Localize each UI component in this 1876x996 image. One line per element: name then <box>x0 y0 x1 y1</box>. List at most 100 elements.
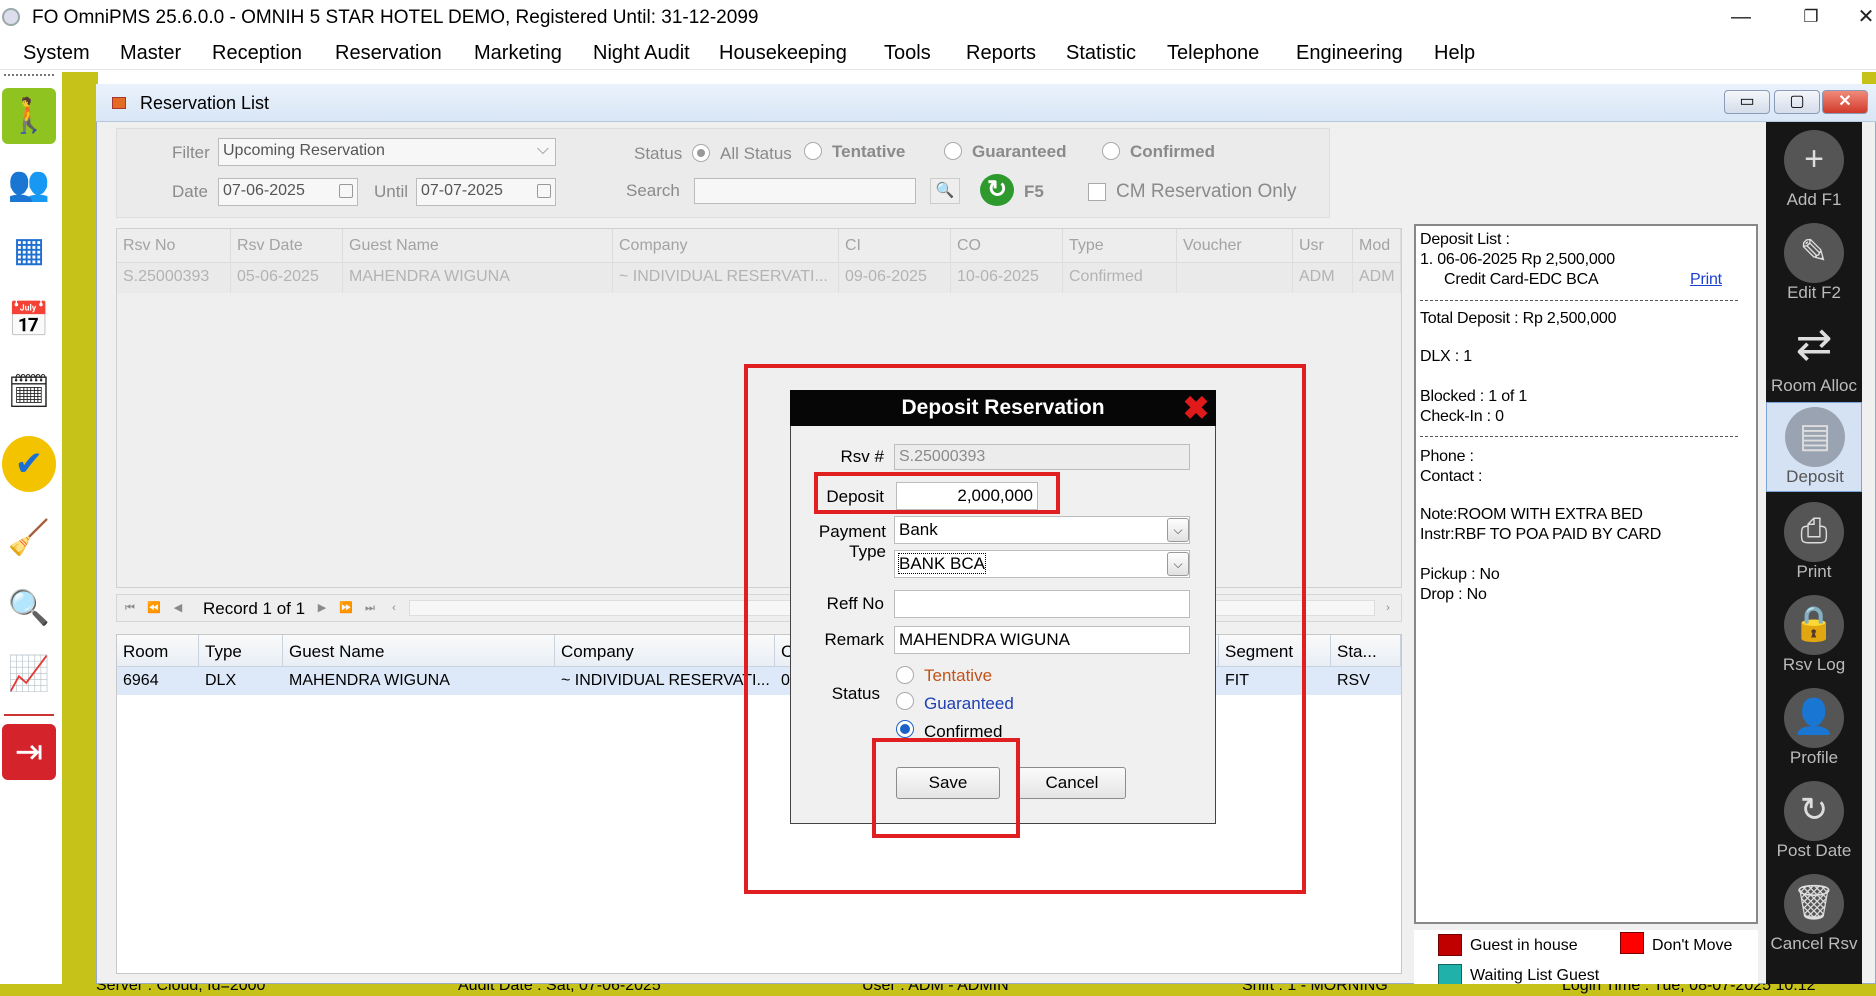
close-button[interactable]: ✕ <box>1856 3 1876 31</box>
column-header[interactable]: Usr <box>1293 229 1353 263</box>
cell-usr[interactable]: ADM <box>1293 263 1353 293</box>
date-from-input[interactable]: 07-06-2025 <box>218 178 358 206</box>
scroll-left-icon[interactable]: ‹ <box>385 599 403 617</box>
prev-page-icon[interactable]: ⏪ <box>145 599 163 617</box>
next-record-icon[interactable]: ▶ <box>313 599 331 617</box>
deposit-button[interactable]: ▤ Deposit <box>1766 402 1862 492</box>
restore-button[interactable]: ❐ <box>1788 3 1834 31</box>
refresh-icon[interactable]: ↻ <box>980 174 1014 206</box>
guests-icon[interactable]: 👥 <box>2 156 56 212</box>
column-header[interactable]: Voucher <box>1177 229 1293 263</box>
waiting-list-swatch <box>1438 964 1462 986</box>
calendar-grid-icon[interactable]: 📅 <box>2 292 56 348</box>
column-header[interactable]: Sta... <box>1331 635 1401 667</box>
menu-system[interactable]: System <box>23 42 90 65</box>
date-label: Date <box>172 182 208 201</box>
status-guaranteed-radio[interactable] <box>944 142 962 160</box>
walk-in-icon[interactable]: 🚶 <box>2 88 56 144</box>
calendar-icon[interactable] <box>339 184 353 198</box>
action-bar: + Add F1 ✎ Edit F2 ⇄ Room Alloc ▤ Deposi… <box>1766 122 1862 986</box>
child-restore-button[interactable]: ▢ <box>1774 90 1820 114</box>
menu-reports[interactable]: Reports <box>966 42 1036 65</box>
next-page-icon[interactable]: ⏩ <box>337 599 355 617</box>
cell-mod[interactable]: ADM <box>1353 263 1401 293</box>
calendar-2023-icon[interactable]: 🗓 <box>2 364 56 420</box>
filter-select[interactable]: Upcoming Reservation ⌵ <box>218 138 556 166</box>
column-header[interactable]: Company <box>555 635 775 667</box>
cell-guest-name[interactable]: MAHENDRA WIGUNA <box>343 263 613 293</box>
column-header[interactable]: Guest Name <box>343 229 613 263</box>
availability-badge-icon[interactable]: ✔ <box>2 436 56 492</box>
column-header[interactable]: Type <box>1063 229 1177 263</box>
menu-housekeeping[interactable]: Housekeeping <box>719 42 847 65</box>
menu-reception[interactable]: Reception <box>212 42 302 65</box>
column-header[interactable]: Guest Name <box>283 635 555 667</box>
room-plan-icon[interactable]: ▦ <box>2 222 56 278</box>
post-date-button[interactable]: ↻ Post Date <box>1766 777 1862 867</box>
cell-ci[interactable]: 09-06-2025 <box>839 263 951 293</box>
minimize-button[interactable]: — <box>1718 3 1764 31</box>
calendar-icon[interactable] <box>537 184 551 198</box>
column-header[interactable]: Rsv No <box>117 229 231 263</box>
cell-type[interactable]: Confirmed <box>1063 263 1177 293</box>
deposit-entry: 1. 06-06-2025 Rp 2,500,000 <box>1420 251 1615 268</box>
cell-co[interactable]: 10-06-2025 <box>951 263 1063 293</box>
analysis-search-icon[interactable]: 🔍 <box>2 580 56 636</box>
cell-company[interactable]: ~ INDIVIDUAL RESERVATI... <box>555 667 775 695</box>
column-header[interactable]: Rsv Date <box>231 229 343 263</box>
room-alloc-button[interactable]: ⇄ Room Alloc <box>1766 312 1862 402</box>
column-header[interactable]: Company <box>613 229 839 263</box>
menu-telephone[interactable]: Telephone <box>1167 42 1259 65</box>
edit-button[interactable]: ✎ Edit F2 <box>1766 219 1862 309</box>
print-button[interactable]: ⎙ Print <box>1766 498 1862 588</box>
last-record-icon[interactable]: ⏭ <box>361 599 379 617</box>
menu-reservation[interactable]: Reservation <box>335 42 442 65</box>
lock-icon: 🔒 <box>1784 595 1844 655</box>
search-icon[interactable]: 🔍 <box>930 178 960 204</box>
menu-marketing[interactable]: Marketing <box>474 42 562 65</box>
cell-type[interactable]: DLX <box>199 667 283 695</box>
legend: Guest in house Don't Move Waiting List G… <box>1414 930 1758 986</box>
date-until-input[interactable]: 07-07-2025 <box>416 178 556 206</box>
prev-record-icon[interactable]: ◀ <box>169 599 187 617</box>
column-header[interactable]: Type <box>199 635 283 667</box>
cancel-rsv-button[interactable]: 🗑 Cancel Rsv <box>1766 870 1862 960</box>
child-close-button[interactable]: ✕ <box>1822 90 1868 114</box>
cell-rsv-no[interactable]: S.25000393 <box>117 263 231 293</box>
status-guaranteed-label: Guaranteed <box>972 142 1067 161</box>
profile-button[interactable]: 👤 Profile <box>1766 684 1862 774</box>
menu-tools[interactable]: Tools <box>884 42 931 65</box>
menu-statistic[interactable]: Statistic <box>1066 42 1136 65</box>
first-record-icon[interactable]: ⏮ <box>121 599 139 617</box>
cell-guest-name[interactable]: MAHENDRA WIGUNA <box>283 667 555 695</box>
cell-room[interactable]: 6964 <box>117 667 199 695</box>
print-deposit-link[interactable]: Print <box>1690 271 1722 289</box>
menu-help[interactable]: Help <box>1434 42 1475 65</box>
logout-icon[interactable]: ⇥ <box>2 724 56 780</box>
scroll-right-icon[interactable]: › <box>1379 599 1397 617</box>
status-tentative-radio[interactable] <box>804 142 822 160</box>
add-button[interactable]: + Add F1 <box>1766 126 1862 216</box>
status-confirmed-radio[interactable] <box>1102 142 1120 160</box>
room-type-count: DLX : 1 <box>1420 348 1472 365</box>
housekeeping-icon[interactable]: 🧹 <box>2 510 56 566</box>
cell-rsv-date[interactable]: 05-06-2025 <box>231 263 343 293</box>
menu-master[interactable]: Master <box>120 42 181 65</box>
child-minimize-button[interactable]: ▭ <box>1724 90 1770 114</box>
column-header[interactable]: CO <box>951 229 1063 263</box>
status-all-radio[interactable] <box>692 144 710 162</box>
divider <box>1420 436 1738 437</box>
column-header[interactable]: CI <box>839 229 951 263</box>
rsv-log-button[interactable]: 🔒 Rsv Log <box>1766 591 1862 681</box>
menu-night-audit[interactable]: Night Audit <box>593 42 690 65</box>
cell-status[interactable]: RSV <box>1331 667 1401 695</box>
column-header[interactable]: Room <box>117 635 199 667</box>
cell-company[interactable]: ~ INDIVIDUAL RESERVATI... <box>613 263 839 293</box>
cell-voucher[interactable] <box>1177 263 1293 293</box>
menu-engineering[interactable]: Engineering <box>1296 42 1403 65</box>
column-header[interactable]: Mod <box>1353 229 1401 263</box>
statistics-chart-icon[interactable]: 📈 <box>2 646 56 702</box>
annotation-deposit-highlight <box>814 472 1060 514</box>
search-input[interactable] <box>694 178 916 204</box>
cm-only-checkbox[interactable] <box>1088 183 1106 201</box>
